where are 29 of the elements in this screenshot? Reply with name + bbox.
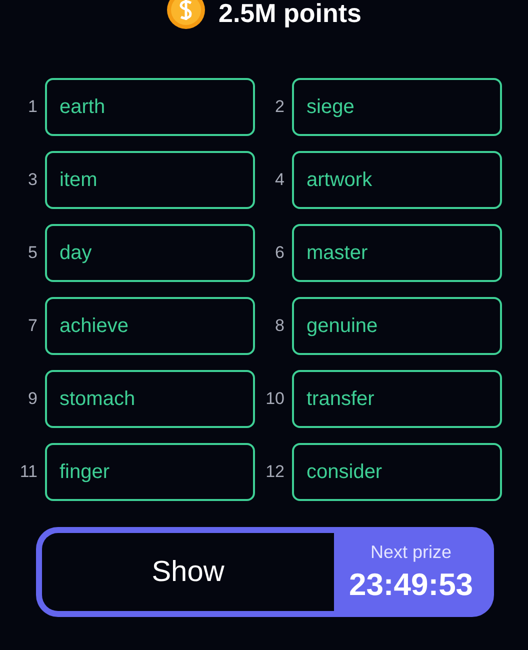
word-field: stomach <box>44 370 254 428</box>
word-number: 2 <box>274 97 286 117</box>
coin-icon <box>166 0 206 30</box>
word-number: 1 <box>27 97 38 117</box>
prize-label: Next prize <box>370 542 452 562</box>
word-field: item <box>44 151 254 209</box>
show-button[interactable]: Show <box>42 533 334 611</box>
word-number: 9 <box>27 389 38 409</box>
word-number: 12 <box>264 462 286 482</box>
word-field: earth <box>44 78 254 136</box>
word-field: consider <box>292 443 502 501</box>
word-field: master <box>292 224 502 282</box>
word-number: 6 <box>274 243 286 263</box>
word-number: 11 <box>18 462 38 482</box>
word-field: transfer <box>292 370 502 428</box>
word-field: genuine <box>292 297 502 355</box>
word-number: 10 <box>264 389 286 409</box>
word-number: 5 <box>27 243 38 263</box>
word-field: day <box>44 224 254 282</box>
word-number: 7 <box>27 316 38 336</box>
word-field: artwork <box>292 151 502 209</box>
word-number: 4 <box>274 170 286 190</box>
word-number: 8 <box>274 316 286 336</box>
word-number: 3 <box>27 170 38 190</box>
prize-timer: 23:49:53 <box>348 566 474 602</box>
word-field: finger <box>44 443 254 501</box>
word-field: achieve <box>44 297 254 355</box>
word-field: siege <box>292 78 502 136</box>
points-total: 2.5M points <box>218 0 362 26</box>
